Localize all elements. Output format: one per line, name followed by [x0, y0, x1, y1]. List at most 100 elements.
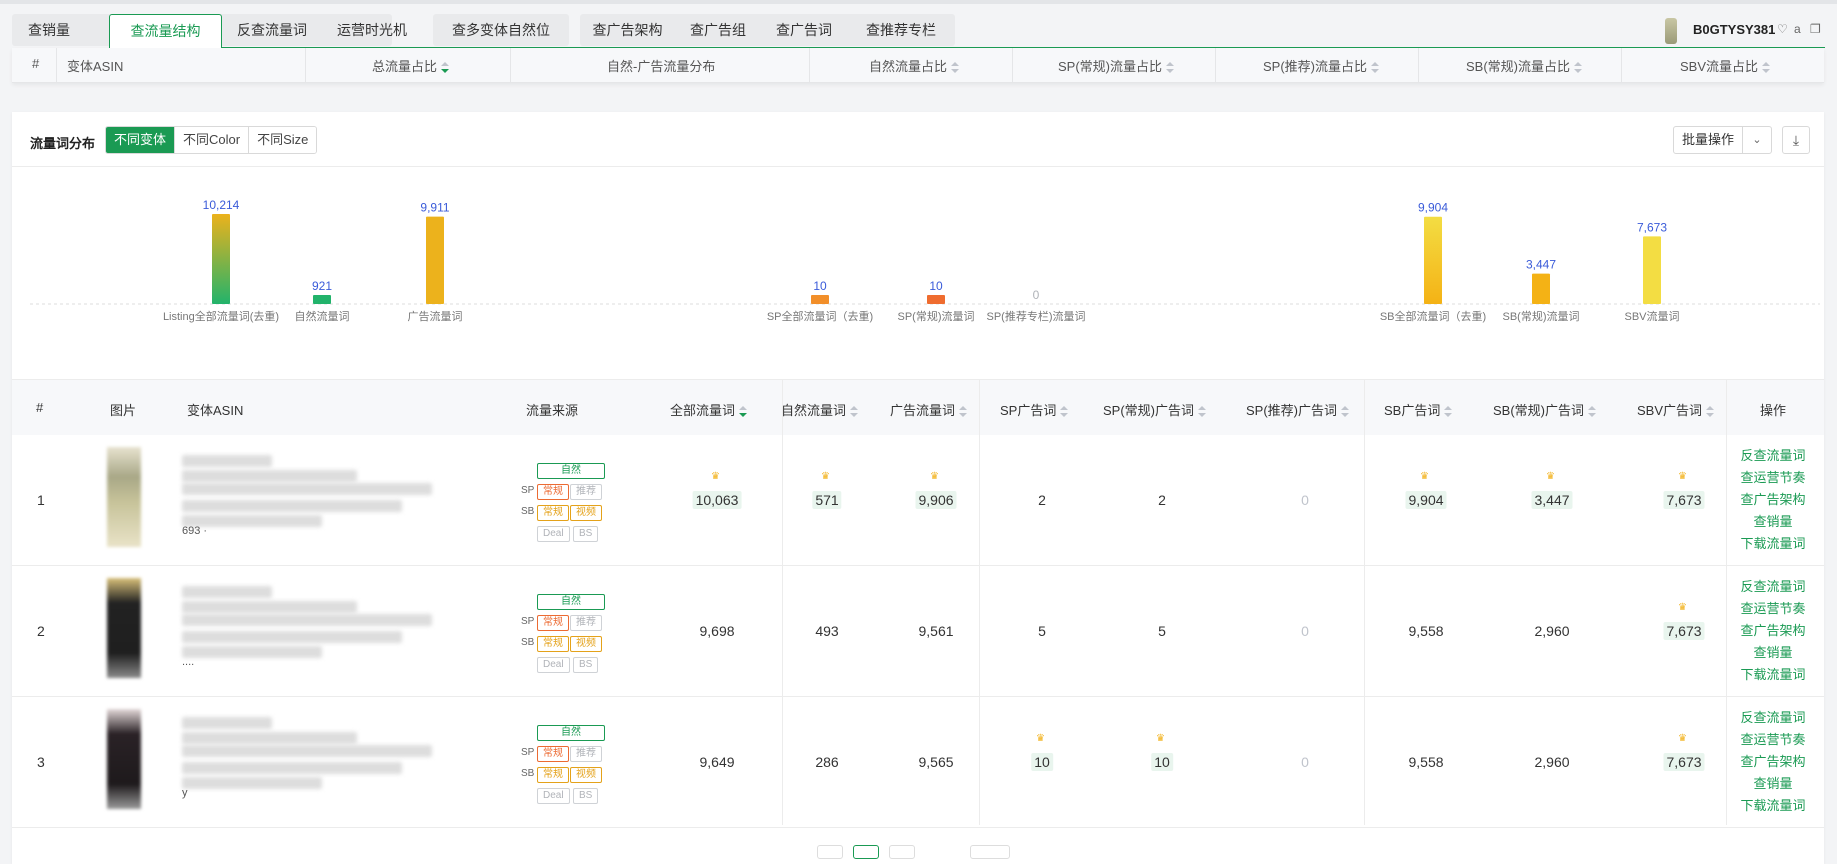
- th-sp-keywords[interactable]: SP广告词: [1000, 400, 1069, 419]
- op-sales[interactable]: 查销量: [1738, 773, 1808, 795]
- col-sb-regular-ratio[interactable]: SB(常规)流量占比: [1466, 56, 1583, 75]
- op-sales[interactable]: 查销量: [1738, 511, 1808, 533]
- product-image[interactable]: [107, 578, 141, 678]
- download-icon[interactable]: ⤓: [1782, 126, 1810, 154]
- heart-icon[interactable]: ♡: [1777, 22, 1788, 36]
- th-sb-keywords[interactable]: SB广告词: [1384, 400, 1453, 419]
- pager-size[interactable]: [970, 845, 1010, 859]
- chart-bar[interactable]: [1424, 216, 1442, 304]
- sort-icon[interactable]: [1574, 61, 1583, 74]
- op-reverse-keywords[interactable]: 反查流量词: [1738, 576, 1808, 598]
- sort-icon[interactable]: [441, 61, 450, 74]
- chart-bar[interactable]: [212, 214, 230, 304]
- sort-icon[interactable]: [1371, 61, 1380, 74]
- tag-natural: 自然: [537, 594, 605, 610]
- chart-bar[interactable]: [313, 295, 331, 304]
- chart-bar[interactable]: [811, 295, 829, 304]
- col-sp-regular-ratio[interactable]: SP(常规)流量占比: [1058, 56, 1175, 75]
- chart-bar[interactable]: [927, 295, 945, 304]
- op-ad-structure[interactable]: 查广告架构: [1738, 489, 1808, 511]
- pager-current[interactable]: [853, 845, 879, 859]
- label-sb: SB: [521, 768, 535, 779]
- op-reverse-keywords[interactable]: 反查流量词: [1738, 707, 1808, 729]
- th-sb-regular-keywords[interactable]: SB(常规)广告词: [1493, 400, 1597, 419]
- chevron-down-icon: ⌄: [1752, 134, 1762, 146]
- tab-time-machine[interactable]: 运营时光机: [324, 14, 420, 46]
- op-ad-structure[interactable]: 查广告架构: [1738, 620, 1808, 642]
- col-sbv-ratio[interactable]: SBV流量占比: [1680, 56, 1771, 75]
- th-total-keywords[interactable]: 全部流量词: [670, 400, 748, 419]
- copy-icon[interactable]: ❐: [1810, 22, 1821, 36]
- th-actions: 操作: [1760, 403, 1787, 418]
- sort-icon[interactable]: [1444, 405, 1453, 418]
- op-download-keywords[interactable]: 下载流量词: [1738, 795, 1808, 817]
- cell-value: 10: [1031, 753, 1053, 771]
- tab-ad-structure[interactable]: 查广告架构: [580, 14, 675, 46]
- op-download-keywords[interactable]: 下载流量词: [1738, 664, 1808, 686]
- chart-bar[interactable]: [426, 216, 444, 304]
- op-operation-rhythm[interactable]: 查运营节奏: [1738, 729, 1808, 751]
- batch-operation-dropdown[interactable]: 批量操作 ⌄: [1673, 126, 1773, 154]
- seg-by-size[interactable]: 不同Size: [249, 127, 317, 153]
- sort-icon[interactable]: [1588, 405, 1597, 418]
- sort-icon[interactable]: [1166, 61, 1175, 74]
- tab-recommend-column[interactable]: 查推荐专栏: [847, 14, 955, 46]
- cell-sp: 2: [1038, 492, 1046, 508]
- seg-by-variant[interactable]: 不同变体: [106, 127, 176, 153]
- th-sp-recommend-keywords[interactable]: SP(推荐)广告词: [1246, 400, 1350, 419]
- chart-value-label: 10,214: [203, 198, 240, 212]
- op-ad-structure[interactable]: 查广告架构: [1738, 751, 1808, 773]
- sort-icon[interactable]: [850, 405, 859, 418]
- tag-regular: 常规: [537, 484, 569, 500]
- col-total-ratio[interactable]: 总流量占比: [372, 56, 450, 75]
- chart-value-label: 10: [813, 279, 827, 293]
- op-operation-rhythm[interactable]: 查运营节奏: [1738, 598, 1808, 620]
- cell-sb-reg: 2,960: [1534, 623, 1569, 639]
- tab-traffic-structure[interactable]: 查流量结构: [109, 14, 222, 48]
- sort-icon[interactable]: [739, 405, 748, 418]
- seg-by-color[interactable]: 不同Color: [175, 127, 250, 153]
- sort-icon[interactable]: [1198, 405, 1207, 418]
- op-reverse-keywords[interactable]: 反查流量词: [1738, 445, 1808, 467]
- cell-sp-reg: 10: [1151, 753, 1173, 771]
- sort-icon[interactable]: [1060, 405, 1069, 418]
- amazon-icon[interactable]: a: [1794, 22, 1801, 36]
- tab-sales[interactable]: 查销量: [12, 14, 86, 46]
- tab-ad-group[interactable]: 查广告组: [675, 14, 761, 46]
- col-sp-recommend-ratio[interactable]: SP(推荐)流量占比: [1263, 56, 1380, 75]
- tab-ad-keywords[interactable]: 查广告词: [761, 14, 847, 46]
- tab-multi-variant-organic[interactable]: 查多变体自然位: [433, 14, 569, 46]
- chart-category-label: Listing全部流量词(去重): [163, 309, 279, 323]
- sort-icon[interactable]: [951, 61, 960, 74]
- op-operation-rhythm[interactable]: 查运营节奏: [1738, 467, 1808, 489]
- keyword-distribution-chart: 10,214 Listing全部流量词(去重) 921 自然流量词 9,911 广告流量词…: [30, 198, 1820, 323]
- th-sp-regular-keywords[interactable]: SP(常规)广告词: [1103, 400, 1207, 419]
- sort-icon[interactable]: [1762, 61, 1771, 74]
- tag-bs: BS: [573, 526, 599, 542]
- product-image[interactable]: [107, 447, 141, 547]
- th-sbv-keywords[interactable]: SBV广告词: [1637, 400, 1715, 419]
- pager-next[interactable]: [889, 845, 915, 859]
- cell-natural: 493: [815, 623, 838, 639]
- col-divider: [782, 379, 783, 825]
- th-ad-keywords[interactable]: 广告流量词: [890, 400, 968, 419]
- sort-icon[interactable]: [1706, 405, 1715, 418]
- op-download-keywords[interactable]: 下载流量词: [1738, 533, 1808, 555]
- col-organic-ratio[interactable]: 自然流量占比: [869, 56, 960, 75]
- cell-sb-reg: 3,447: [1531, 491, 1573, 509]
- sort-icon[interactable]: [1341, 405, 1350, 418]
- chart-bar[interactable]: [1532, 273, 1550, 304]
- op-sales[interactable]: 查销量: [1738, 642, 1808, 664]
- th-organic-keywords[interactable]: 自然流量词: [781, 400, 859, 419]
- cell-sb: 9,558: [1408, 754, 1443, 770]
- chart-category-label: SBV流量词: [1624, 309, 1679, 323]
- tab-reverse-keywords[interactable]: 反查流量词: [224, 14, 320, 46]
- cell-value: 9,649: [699, 754, 735, 770]
- crown-icon: ♛: [1036, 733, 1045, 744]
- chart-bar[interactable]: [1643, 236, 1661, 304]
- sort-icon[interactable]: [959, 405, 968, 418]
- variant-asin-partial: y: [182, 787, 188, 799]
- cell-sb: 9,904: [1405, 491, 1447, 509]
- pager-prev[interactable]: [817, 845, 843, 859]
- product-image[interactable]: [107, 709, 141, 809]
